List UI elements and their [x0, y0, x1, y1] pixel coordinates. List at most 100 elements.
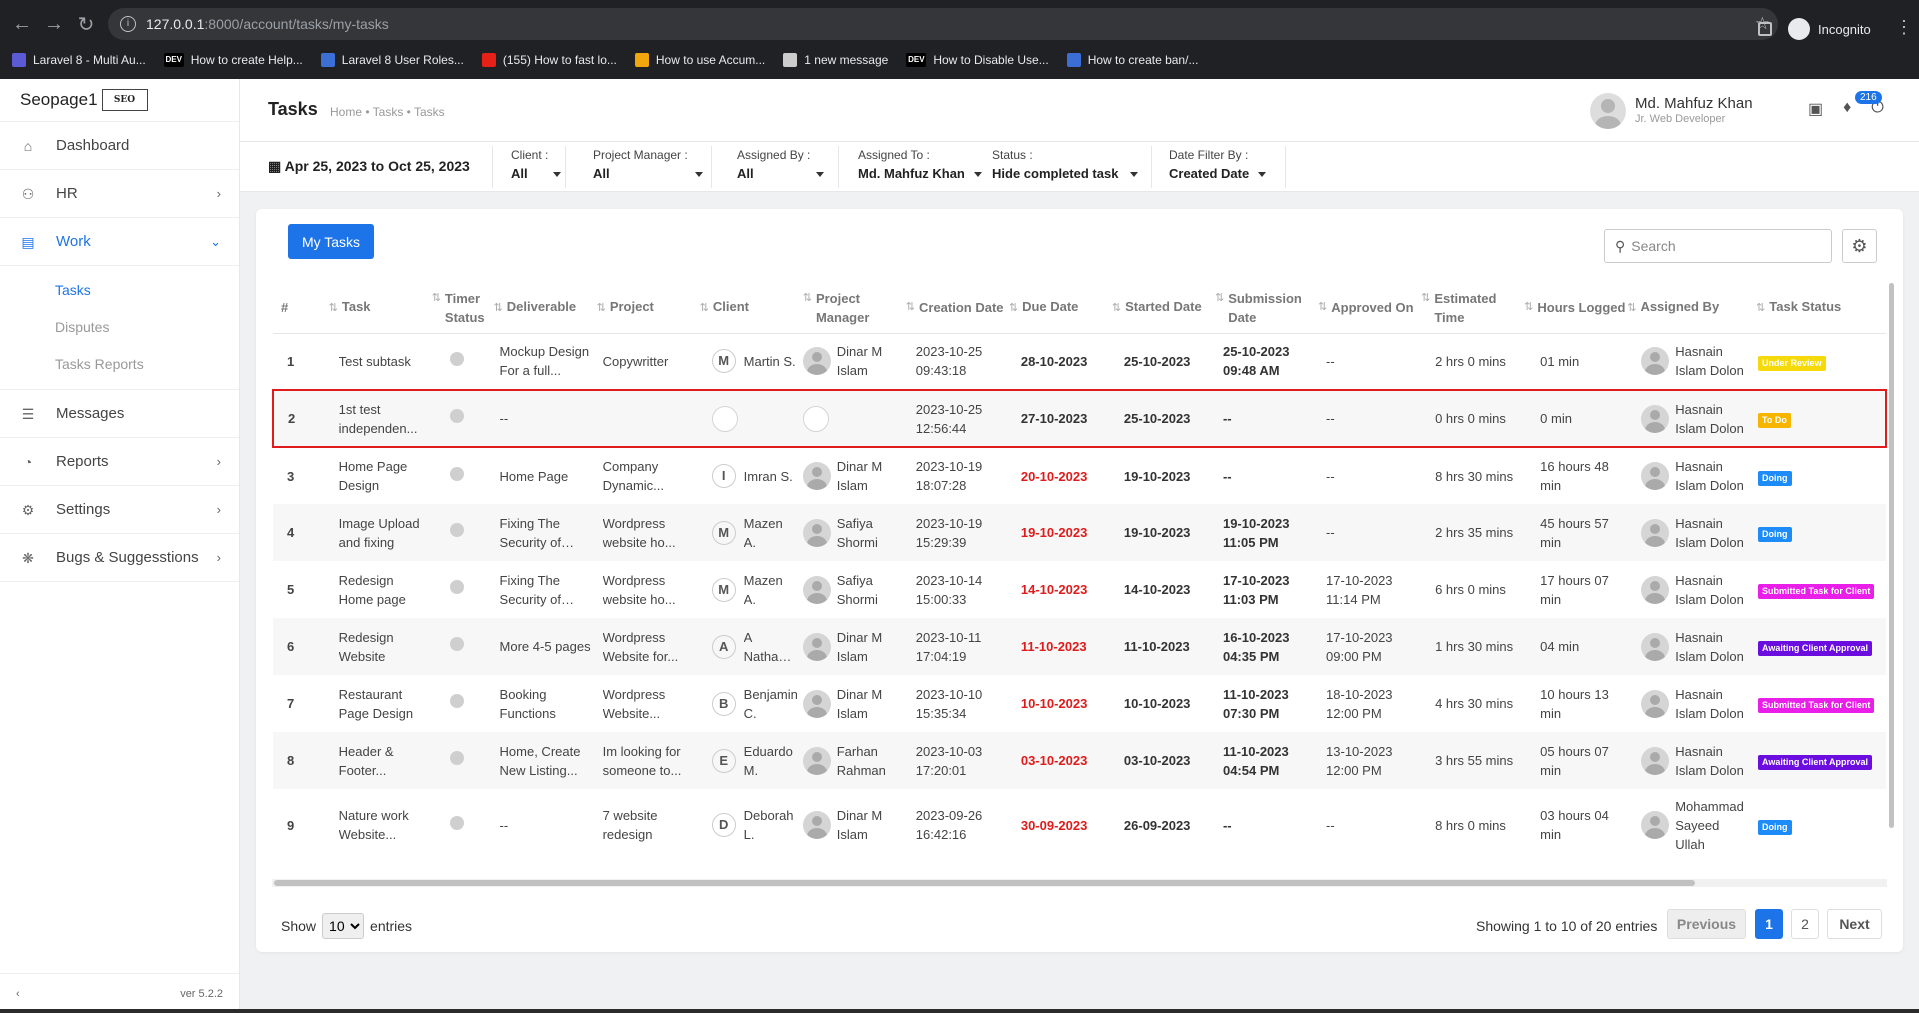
pm-info[interactable]: Dinar M Islam [802, 342, 900, 380]
task-link[interactable]: Image Upload and fixing [339, 514, 426, 552]
col-header-estimated[interactable]: ⇅ Estimated Time [1421, 283, 1525, 334]
bookmark-item[interactable]: Laravel 8 - Multi Au... [12, 50, 146, 70]
bookmark-item[interactable]: How to use Accum... [634, 50, 765, 70]
assigned-by-info[interactable]: Hasnain Islam Dolon [1641, 628, 1750, 666]
project-link[interactable]: 7 website redesign [603, 806, 694, 844]
side-panel-icon[interactable] [1758, 22, 1772, 36]
task-link[interactable]: Nature work Website... [339, 806, 426, 844]
client-info[interactable]: A A Nathan M. [711, 628, 797, 666]
col-header-created[interactable]: ⇅ Creation Date [905, 283, 1009, 334]
table-row[interactable]: 8 Header & Footer... Home, Create New List… [273, 732, 1886, 789]
sidebar-item-hr[interactable]: ⚇ HR › [0, 170, 239, 218]
col-header-task[interactable]: ⇅ Task [328, 283, 432, 334]
col-header-status[interactable]: ⇅ Task Status [1756, 283, 1886, 334]
browser-menu-icon[interactable]: ⋮ [1895, 18, 1913, 36]
stopwatch-icon[interactable] [449, 815, 464, 830]
bell-icon[interactable]: ♦ [1843, 99, 1851, 119]
pm-info[interactable]: Farhan Rahman [802, 742, 900, 780]
page-2-button[interactable]: 2 [1791, 909, 1819, 939]
reload-icon[interactable]: ↻ [70, 8, 102, 40]
sidebar-item-settings[interactable]: ⚙ Settings › [0, 486, 239, 534]
table-row[interactable]: 7 Restaurant Page Design Booking Functions… [273, 675, 1886, 732]
pm-info[interactable]: Safiya Shormi [802, 514, 900, 552]
project-link[interactable]: Im looking for someone to... [603, 742, 694, 780]
table-row[interactable]: 5 Redesign Home page Fixing The Security o… [273, 561, 1886, 618]
assigned-by-info[interactable]: Hasnain Islam Dolon [1641, 571, 1750, 609]
table-settings-button[interactable]: ⚙ [1842, 229, 1877, 263]
task-link[interactable]: Redesign Home page [339, 571, 426, 609]
stopwatch-icon[interactable] [449, 580, 464, 594]
project-link[interactable]: Wordpress website ho... [603, 514, 694, 552]
project-link[interactable]: Wordpress Website... [603, 685, 694, 723]
sidebar-item-messages[interactable]: ☰ Messages [0, 390, 239, 438]
user-profile[interactable]: Md. Mahfuz Khan Jr. Web Developer [1590, 93, 1790, 129]
date-range-picker[interactable]: ▦ Apr 25, 2023 to Oct 25, 2023 [268, 158, 470, 175]
col-header-project[interactable]: ⇅ Project [596, 283, 700, 334]
sidebar-item-reports[interactable]: ◔ Reports › [0, 438, 239, 486]
table-row[interactable]: 9 Nature work Website... -- 7 website redes… [273, 789, 1886, 861]
incognito-profile[interactable]: Incognito [1788, 18, 1871, 40]
task-link[interactable]: Home Page Design [339, 457, 426, 495]
project-link[interactable]: Copywritter [603, 352, 694, 371]
site-info-icon[interactable]: i [120, 16, 136, 32]
col-header-approved[interactable]: ⇅ Approved On [1318, 283, 1422, 334]
forward-icon[interactable]: → [38, 8, 70, 40]
col-header-num[interactable]: # [273, 283, 329, 334]
entries-select[interactable]: 10 [322, 913, 365, 939]
brand[interactable]: Seopage1 SEO [0, 79, 239, 122]
sticky-note-icon[interactable]: ▣ [1808, 99, 1823, 119]
task-link[interactable]: Restaurant Page Design [339, 685, 426, 723]
pm-info[interactable]: Dinar M Islam [802, 628, 900, 666]
my-tasks-button[interactable]: My Tasks [288, 224, 374, 259]
horizontal-scrollbar[interactable] [272, 879, 1887, 887]
back-icon[interactable]: ← [6, 8, 38, 40]
bookmark-item[interactable]: How to create ban/... [1066, 50, 1198, 70]
stopwatch-icon[interactable] [449, 694, 464, 708]
client-filter[interactable]: Client : All [511, 148, 561, 181]
pm-info[interactable]: Dinar M Islam [802, 806, 900, 844]
bookmark-item[interactable]: DEV How to create Help... [163, 50, 303, 70]
bookmark-item[interactable]: 1 new message [783, 50, 888, 70]
stopwatch-icon[interactable] [449, 466, 464, 481]
sidebar-subitem-tasks-reports[interactable]: Tasks Reports [0, 346, 239, 383]
assigned-to-filter[interactable]: Assigned To : Md. Mahfuz Khan [858, 148, 988, 181]
stopwatch-icon[interactable] [449, 751, 464, 765]
collapse-sidebar-icon[interactable]: ‹ [16, 988, 20, 1000]
col-header-due[interactable]: ⇅ Due Date [1008, 283, 1112, 334]
task-link[interactable]: Redesign Website [339, 628, 426, 666]
col-header-assigned-by[interactable]: ⇅ Assigned By [1627, 283, 1757, 334]
bookmark-item[interactable]: Laravel 8 User Roles... [320, 50, 464, 70]
col-header-timer[interactable]: ⇅ Timer Status [431, 283, 494, 334]
table-row[interactable]: 3 Home Page Design Home Page Company Dynami… [273, 447, 1886, 504]
pm-info[interactable]: Safiya Shormi [802, 571, 900, 609]
assigned-by-info[interactable]: Mohammad Sayeed Ullah [1641, 797, 1750, 854]
project-manager-filter[interactable]: Project Manager : All [593, 148, 703, 181]
col-header-client[interactable]: ⇅ Client [699, 283, 803, 334]
project-link[interactable]: Wordpress website ho... [603, 571, 694, 609]
scrollbar-thumb[interactable] [274, 880, 1695, 886]
stopwatch-icon[interactable] [449, 351, 464, 366]
col-header-logged[interactable]: ⇅ Hours Logged [1524, 283, 1628, 334]
previous-page-button[interactable]: Previous [1667, 909, 1746, 939]
pm-info[interactable] [802, 405, 900, 432]
col-header-submission[interactable]: ⇅ Submission Date [1214, 283, 1319, 334]
address-bar[interactable]: i 127.0.0.1:8000/account/tasks/my-tasks … [108, 8, 1778, 40]
stopwatch-icon[interactable] [449, 637, 464, 651]
pm-info[interactable]: Dinar M Islam [802, 685, 900, 723]
table-row[interactable]: 4 Image Upload and fixing Fixing The Secur… [273, 504, 1886, 561]
stopwatch-icon[interactable] [449, 523, 464, 537]
sidebar-subitem-disputes[interactable]: Disputes [0, 309, 239, 346]
status-filter[interactable]: Status : Hide completed task [992, 148, 1142, 181]
sidebar-item-dashboard[interactable]: ⌂ Dashboard [0, 122, 239, 170]
search-input[interactable] [1631, 238, 1812, 254]
bookmark-item[interactable]: DEV How to Disable Use... [906, 50, 1049, 70]
col-header-deliverable[interactable]: ⇅ Deliverable [493, 283, 597, 334]
next-page-button[interactable]: Next [1827, 909, 1882, 939]
assigned-by-info[interactable]: Hasnain Islam Dolon [1641, 514, 1750, 552]
client-info[interactable]: M Mazen A. [711, 571, 797, 609]
bookmark-item[interactable]: (155) How to fast lo... [481, 50, 617, 70]
table-row[interactable]: 1 Test subtask Mockup Design For a full...… [273, 333, 1886, 390]
col-header-started[interactable]: ⇅ Started Date [1111, 283, 1215, 334]
vertical-scrollbar-thumb[interactable] [1889, 283, 1894, 828]
client-info[interactable]: I Imran S. [711, 464, 797, 488]
